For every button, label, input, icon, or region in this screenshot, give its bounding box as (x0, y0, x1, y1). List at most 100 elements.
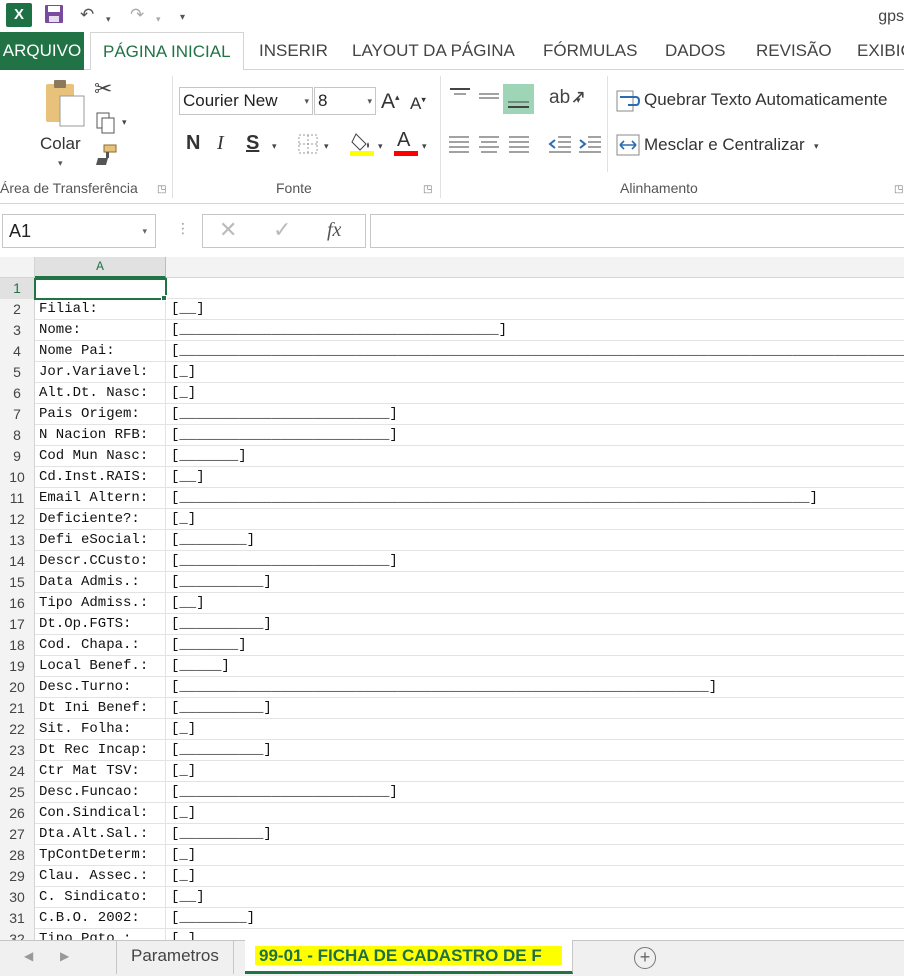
row-header[interactable]: 1 (0, 278, 35, 299)
cell-label[interactable]: Pais Origem: (35, 404, 166, 425)
row-header[interactable]: 19 (0, 656, 35, 677)
enter-icon[interactable]: ✓ (273, 217, 291, 243)
alignment-dialog-launcher-icon[interactable]: ◳ (894, 184, 903, 195)
tab-layout-da-pagina[interactable]: LAYOUT DA PÁGINA (352, 32, 515, 70)
cell-field-placeholder[interactable]: [__________] (171, 572, 272, 593)
cell-label[interactable]: Desc.Turno: (35, 677, 166, 698)
format-painter-icon[interactable] (94, 144, 118, 168)
tab-exibicao[interactable]: EXIBIÇ (857, 32, 904, 70)
italic-button[interactable]: I (217, 132, 224, 155)
cell-field-placeholder[interactable]: [_______________________________________… (171, 488, 818, 509)
cell-label[interactable]: Desc.Funcao: (35, 782, 166, 803)
copy-dropdown-icon[interactable]: ▾ (122, 118, 127, 127)
cut-icon[interactable]: ✂ (94, 78, 112, 100)
tab-formulas[interactable]: FÓRMULAS (543, 32, 637, 70)
font-size-select[interactable]: 8 ▾ (314, 87, 376, 115)
paste-button[interactable]: Colar ▾ (38, 76, 88, 170)
cell-field-placeholder[interactable]: [________] (171, 908, 255, 929)
cell-field-placeholder[interactable]: [______________________________________] (171, 320, 507, 341)
tab-arquivo[interactable]: ARQUIVO (0, 32, 84, 70)
font-dialog-launcher-icon[interactable]: ◳ (423, 184, 432, 195)
align-center-icon[interactable] (478, 134, 500, 156)
row-header[interactable]: 3 (0, 320, 35, 341)
cell-label[interactable]: Tipo Pgto.: (35, 929, 166, 940)
underline-dropdown-icon[interactable]: ▾ (272, 142, 277, 151)
cell-label[interactable]: Nome Pai: (35, 341, 166, 362)
cell-label[interactable]: Dta.Alt.Sal.: (35, 824, 166, 845)
cell-label[interactable]: N Nacion RFB: (35, 425, 166, 446)
row-header[interactable]: 20 (0, 677, 35, 698)
formula-input[interactable] (370, 214, 904, 248)
orientation-dropdown-icon[interactable]: ▾ (576, 96, 581, 105)
borders-icon[interactable] (298, 134, 318, 156)
cell-label[interactable]: Data Admis.: (35, 572, 166, 593)
row-header[interactable]: 30 (0, 887, 35, 908)
cell-label[interactable]: Email Altern: (35, 488, 166, 509)
row-header[interactable]: 28 (0, 845, 35, 866)
row-header[interactable]: 11 (0, 488, 35, 509)
cell-label[interactable]: Tipo Admiss.: (35, 593, 166, 614)
cell-label[interactable]: C. Sindicato: (35, 887, 166, 908)
column-header-a[interactable]: A (35, 257, 166, 278)
row-header[interactable]: 4 (0, 341, 35, 362)
cell-field-placeholder[interactable]: [_______________________________________… (171, 677, 717, 698)
cell-field-placeholder[interactable]: [_________________________] (171, 404, 398, 425)
cell-field-placeholder[interactable]: [_____] (171, 656, 230, 677)
select-all-button[interactable] (0, 257, 35, 278)
cell-label[interactable]: Dt.Op.FGTS: (35, 614, 166, 635)
shrink-font-button[interactable]: A▾ (410, 94, 426, 114)
cell-label[interactable]: Cod. Chapa.: (35, 635, 166, 656)
tab-revisao[interactable]: REVISÃO (756, 32, 832, 70)
cell-field-placeholder[interactable]: [_______] (171, 446, 247, 467)
cell-field-placeholder[interactable]: [__] (171, 467, 205, 488)
row-header[interactable]: 23 (0, 740, 35, 761)
copy-icon[interactable] (96, 112, 116, 136)
row-header[interactable]: 17 (0, 614, 35, 635)
cell-label[interactable]: Jor.Variavel: (35, 362, 166, 383)
row-header[interactable]: 10 (0, 467, 35, 488)
row-header[interactable]: 12 (0, 509, 35, 530)
cell-label[interactable]: Alt.Dt. Nasc: (35, 383, 166, 404)
cell-field-placeholder[interactable]: [__________] (171, 614, 272, 635)
cell-field-placeholder[interactable]: [_] (171, 383, 196, 404)
row-header[interactable]: 24 (0, 761, 35, 782)
cell-label[interactable]: Descr.CCusto: (35, 551, 166, 572)
cell-field-placeholder[interactable]: [_] (171, 362, 196, 383)
cell-label[interactable]: Nome: (35, 320, 166, 341)
cell-field-placeholder[interactable]: [__________] (171, 740, 272, 761)
bold-button[interactable]: N (186, 132, 200, 155)
row-header[interactable]: 21 (0, 698, 35, 719)
formula-bar-grip-icon[interactable]: ⋮ (176, 220, 190, 237)
cell-label[interactable]: C.B.O. 2002: (35, 908, 166, 929)
cell-field-placeholder[interactable]: [_________________________] (171, 425, 398, 446)
clipboard-dialog-launcher-icon[interactable]: ◳ (157, 184, 166, 195)
cell-label[interactable]: Defi eSocial: (35, 530, 166, 551)
align-top-icon[interactable] (448, 86, 472, 108)
align-middle-icon[interactable] (477, 86, 501, 108)
row-header[interactable]: 25 (0, 782, 35, 803)
tab-dados[interactable]: DADOS (665, 32, 725, 70)
cell-field-placeholder[interactable]: [________] (171, 530, 255, 551)
merge-center-button[interactable]: Mesclar e Centralizar ▾ (616, 132, 836, 158)
row-header[interactable]: 6 (0, 383, 35, 404)
row-header[interactable]: 31 (0, 908, 35, 929)
cell-field-placeholder[interactable]: [_] (171, 866, 196, 887)
align-right-icon[interactable] (508, 134, 530, 156)
font-name-select[interactable]: Courier New ▾ (179, 87, 313, 115)
row-header[interactable]: 22 (0, 719, 35, 740)
cell-label[interactable]: Ctr Mat TSV: (35, 761, 166, 782)
cell-label[interactable]: Sit. Folha: (35, 719, 166, 740)
cell-label[interactable]: Deficiente?: (35, 509, 166, 530)
cell-label[interactable]: TpContDeterm: (35, 845, 166, 866)
cell-field-placeholder[interactable]: [_______] (171, 635, 247, 656)
underline-button[interactable]: S (246, 132, 259, 155)
cell-field-placeholder[interactable]: [__________] (171, 698, 272, 719)
customize-qat-icon[interactable]: ▾ (180, 7, 185, 29)
decrease-indent-icon[interactable] (548, 134, 572, 156)
fill-handle[interactable] (161, 295, 167, 301)
cell-field-placeholder[interactable]: [__] (171, 299, 205, 320)
row-header[interactable]: 16 (0, 593, 35, 614)
row-header[interactable]: 15 (0, 572, 35, 593)
cell-label[interactable]: Cod Mun Nasc: (35, 446, 166, 467)
font-color-dropdown-icon[interactable]: ▾ (422, 142, 427, 151)
